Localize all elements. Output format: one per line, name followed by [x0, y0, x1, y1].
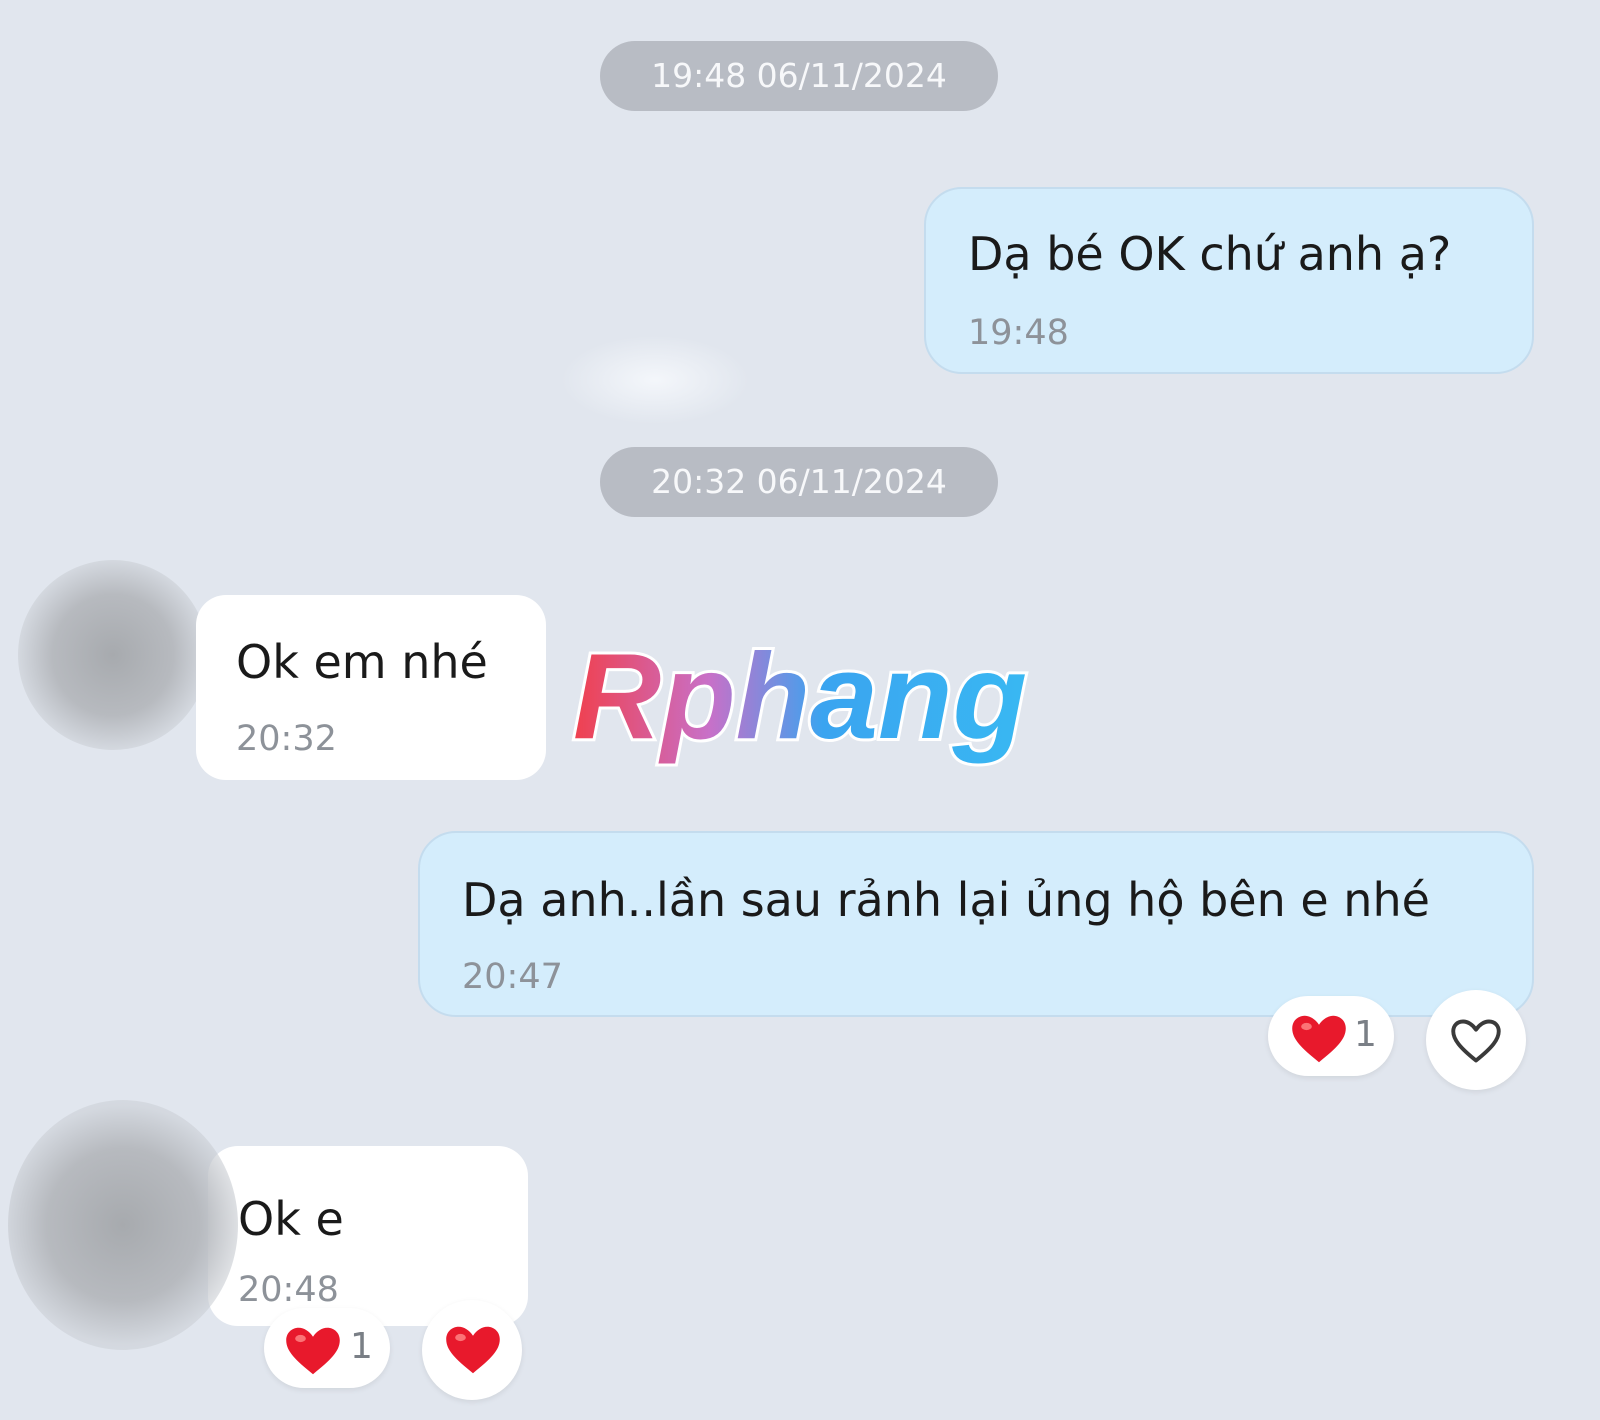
chat-thread: 19:48 06/11/2024 Dạ bé OK chứ anh ạ? 19:… [0, 0, 1600, 1420]
message-text: Ok em nhé [236, 635, 488, 689]
image-smudge [560, 335, 750, 425]
avatar[interactable] [8, 1100, 238, 1350]
message-time: 20:32 [236, 719, 337, 759]
reaction-summary[interactable]: 1 [264, 1308, 390, 1388]
reaction-count: 1 [350, 1326, 373, 1367]
red-heart-icon [446, 1326, 500, 1374]
outgoing-message-bubble[interactable]: Dạ anh..lần sau rảnh lại ủng hộ bên e nh… [418, 831, 1534, 1017]
date-divider: 20:32 06/11/2024 [600, 447, 998, 517]
reaction-count: 1 [1354, 1014, 1377, 1055]
red-heart-icon [286, 1327, 340, 1375]
red-heart-icon [1292, 1015, 1346, 1063]
message-text: Dạ anh..lần sau rảnh lại ủng hộ bên e nh… [462, 873, 1430, 927]
incoming-message-bubble[interactable]: Ok e 20:48 [208, 1146, 528, 1326]
reaction-summary[interactable]: 1 [1268, 996, 1394, 1076]
outgoing-message-bubble[interactable]: Dạ bé OK chứ anh ạ? 19:48 [924, 187, 1534, 374]
heart-outline-icon [1451, 1019, 1501, 1063]
message-time: 20:48 [238, 1270, 339, 1310]
watermark-text: Rphang [573, 638, 1027, 764]
message-time: 20:47 [462, 957, 563, 997]
message-time: 19:48 [968, 313, 1069, 353]
watermark-logo: Rphang Rphang [570, 638, 1030, 767]
message-text: Ok e [238, 1192, 344, 1246]
react-button[interactable] [1426, 990, 1526, 1090]
react-button[interactable] [422, 1300, 522, 1400]
message-text: Dạ bé OK chứ anh ạ? [968, 227, 1452, 281]
incoming-message-bubble[interactable]: Ok em nhé 20:32 [196, 595, 546, 780]
date-divider: 19:48 06/11/2024 [600, 41, 998, 111]
avatar[interactable] [18, 560, 208, 750]
